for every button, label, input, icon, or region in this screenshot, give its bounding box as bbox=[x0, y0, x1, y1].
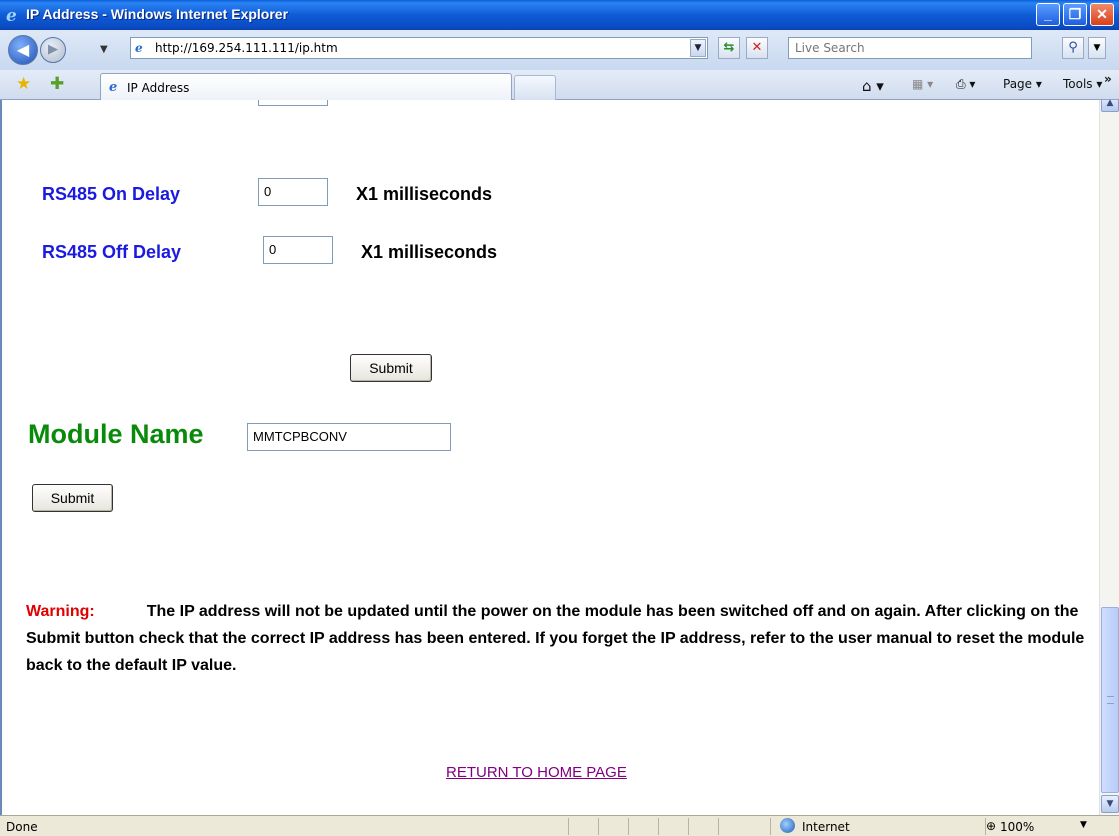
module-name-label: Module Name bbox=[28, 419, 204, 449]
zoom-icon[interactable]: ⊕ bbox=[986, 819, 996, 833]
status-divider bbox=[598, 818, 599, 835]
address-bar: ◀ ▶ ▼ e http://169.254.111.111/ip.htm ▼ … bbox=[0, 30, 1119, 70]
return-home-link[interactable]: RETURN TO HOME PAGE bbox=[446, 764, 627, 781]
history-dropdown-icon[interactable]: ▼ bbox=[100, 44, 108, 55]
warning-message: Warning: The IP address will not be updat… bbox=[26, 598, 1096, 679]
feeds-icon[interactable]: ▦ ▾ bbox=[912, 77, 933, 91]
zoom-level[interactable]: 100% bbox=[1000, 820, 1034, 834]
warning-text: The IP address will not be updated until… bbox=[26, 603, 1085, 674]
status-divider bbox=[658, 818, 659, 835]
favorites-star-icon[interactable]: ★ bbox=[16, 74, 31, 94]
rs485-on-delay-label: RS485 On Delay bbox=[42, 184, 181, 204]
rs485-off-delay-label: RS485 Off Delay bbox=[42, 242, 182, 262]
scroll-grip-icon bbox=[1107, 696, 1114, 704]
minimize-button[interactable]: _ bbox=[1036, 3, 1060, 26]
ie-logo-icon: e bbox=[6, 6, 17, 26]
url-text: http://169.254.111.111/ip.htm bbox=[155, 41, 338, 55]
submit-button-delays[interactable]: Submit bbox=[350, 354, 432, 382]
print-icon[interactable]: ⎙ ▾ bbox=[956, 77, 975, 92]
add-favorite-icon[interactable]: ✚ bbox=[50, 74, 64, 94]
status-divider bbox=[688, 818, 689, 835]
rs485-on-delay-unit: X1 milliseconds bbox=[356, 184, 493, 204]
rs485-on-delay-input[interactable]: 0 bbox=[258, 178, 328, 206]
home-icon[interactable]: ⌂ ▾ bbox=[862, 77, 884, 95]
internet-globe-icon bbox=[780, 818, 795, 833]
status-divider bbox=[718, 818, 719, 835]
rs485-off-delay-unit: X1 milliseconds bbox=[361, 242, 498, 262]
scroll-thumb[interactable] bbox=[1101, 607, 1119, 793]
status-text: Done bbox=[6, 820, 38, 834]
status-divider bbox=[628, 818, 629, 835]
chevron-right-icon[interactable]: » bbox=[1104, 72, 1112, 86]
tab-label: IP Address bbox=[127, 81, 190, 95]
page-content: RS485 On Delay 0 X1 milliseconds RS485 O… bbox=[0, 100, 1119, 815]
stop-button[interactable]: ✕ bbox=[746, 37, 768, 59]
window-title: IP Address - Windows Internet Explorer bbox=[26, 6, 289, 22]
rs485-off-delay-input[interactable]: 0 bbox=[263, 236, 333, 264]
zoom-dropdown-icon[interactable]: ▼ bbox=[1080, 820, 1087, 830]
tab-bar: ★ ✚ e IP Address ⌂ ▾ ▦ ▾ ⎙ ▾ Page ▾ Tool… bbox=[0, 70, 1119, 100]
warning-label: Warning: bbox=[26, 603, 95, 620]
serial-reply-timeout-field[interactable] bbox=[258, 100, 328, 106]
status-bar: Done Internet ⊕ 100% ▼ bbox=[0, 815, 1119, 836]
search-icon[interactable]: ⚲ bbox=[1062, 37, 1084, 59]
scroll-down-button[interactable]: ▼ bbox=[1101, 795, 1119, 813]
module-name-input[interactable]: MMTCPBCONV bbox=[247, 423, 451, 451]
new-tab-button[interactable] bbox=[514, 75, 556, 100]
page-menu[interactable]: Page ▾ bbox=[1003, 77, 1042, 91]
search-box[interactable] bbox=[788, 37, 1032, 59]
url-dropdown-icon[interactable]: ▼ bbox=[690, 39, 706, 57]
restore-button[interactable]: ❐ bbox=[1063, 3, 1087, 26]
forward-button[interactable]: ▶ bbox=[40, 37, 66, 63]
page-icon: e bbox=[135, 41, 143, 55]
scroll-up-button[interactable]: ▲ bbox=[1101, 100, 1119, 112]
submit-button-module[interactable]: Submit bbox=[32, 484, 113, 512]
tools-menu[interactable]: Tools ▾ bbox=[1063, 77, 1102, 91]
vertical-scrollbar[interactable]: ▲ ▼ bbox=[1099, 100, 1119, 815]
status-divider bbox=[770, 818, 771, 835]
search-options-icon[interactable]: ▼ bbox=[1088, 37, 1106, 59]
back-button[interactable]: ◀ bbox=[8, 35, 38, 65]
security-zone-label: Internet bbox=[802, 820, 850, 834]
tab-page-icon: e bbox=[109, 80, 118, 95]
title-bar: e IP Address - Windows Internet Explorer… bbox=[0, 0, 1119, 30]
status-divider bbox=[568, 818, 569, 835]
search-input[interactable] bbox=[789, 38, 1031, 58]
close-button[interactable]: ✕ bbox=[1090, 3, 1114, 26]
tab-ip-address[interactable]: e IP Address bbox=[100, 73, 512, 100]
refresh-button[interactable]: ⇆ bbox=[718, 37, 740, 59]
url-field[interactable]: e http://169.254.111.111/ip.htm ▼ bbox=[130, 37, 708, 59]
